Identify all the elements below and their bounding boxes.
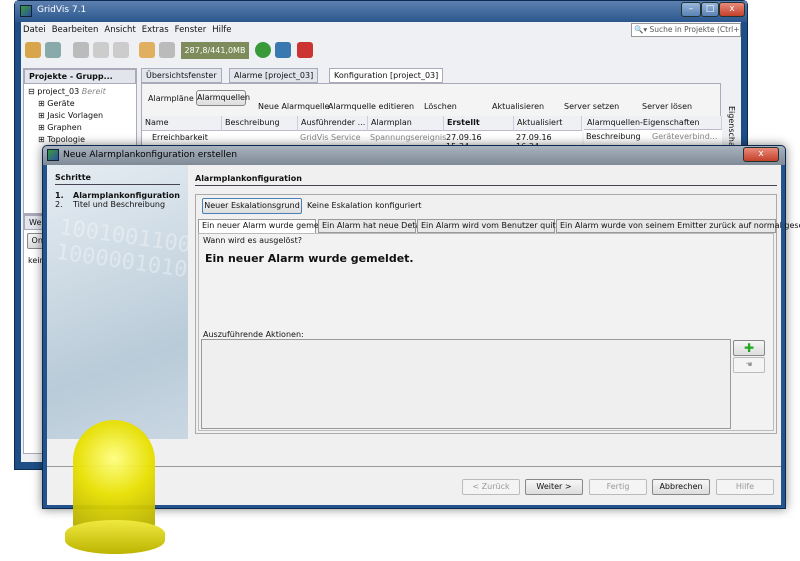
properties-title: Alarmquellen-Eigenschaften [584,116,722,130]
escalation-group: Neuer Eskalationsgrund Keine Eskalation … [195,194,800,434]
back-button[interactable]: < Zurück [462,479,520,495]
tree-item-graphen[interactable]: ⊞ Graphen [28,122,132,134]
tab-konfiguration[interactable]: Konfiguration [project_03] [329,68,444,83]
close-button[interactable]: x [719,2,745,17]
edit-action-button[interactable]: ☚ [733,357,765,373]
minimize-button[interactable]: – [681,2,701,17]
tab-acknowledged[interactable]: Ein Alarm wird vom Benutzer quittiert. [417,219,575,233]
tab-new-details[interactable]: Ein Alarm hat neue Details. [318,219,431,233]
tree-item-geraete[interactable]: ⊞ Geräte [28,98,132,110]
loeschen-button[interactable]: Löschen [424,102,457,111]
col-erstellt[interactable]: Erstellt [444,116,514,131]
menu-hilfe[interactable]: Hilfe [212,25,231,35]
cut-icon[interactable] [73,42,89,58]
dialog-close-button[interactable]: x [743,147,779,162]
trigger-text: Ein neuer Alarm wurde gemeldet. [205,252,414,265]
menu-fenster[interactable]: Fenster [175,25,207,35]
projects-panel-tab[interactable]: Projekte - Grupp... [24,69,136,84]
gridvis-app-icon [47,149,59,161]
hand-icon: ☚ [745,360,753,369]
tree-project[interactable]: ⊟ project_03 Bereit [28,86,132,98]
actions-list[interactable] [201,339,731,429]
menu-extras[interactable]: Extras [142,25,169,35]
actions-label: Auszuführende Aktionen: [203,330,304,339]
search-icon: 🔍▾ [634,25,650,34]
redo-icon[interactable] [159,42,175,58]
new-project-icon[interactable] [25,42,41,58]
prop-label: Beschreibung [586,132,641,141]
main-title-bar: GridVis 7.1 – □ x [15,1,747,22]
main-title: GridVis 7.1 [37,5,87,15]
new-escalation-reason-button[interactable]: Neuer Eskalationsgrund [202,198,302,214]
tab-content: Wann wird es ausgelöst? Ein neuer Alarm … [198,233,774,431]
tab-alarme[interactable]: Alarme [project_03] [229,68,319,83]
menu-datei[interactable]: Datei [23,25,46,35]
dialog-title-bar: Neue Alarmplankonfiguration erstellen x [43,146,785,165]
maximize-button[interactable]: □ [701,2,719,17]
dialog-title: Neue Alarmplankonfiguration erstellen [63,150,238,160]
col-aktualisiert[interactable]: Aktualisiert [514,116,582,131]
server-loesen-button[interactable]: Server lösen [642,102,692,111]
steps-title: Schritte [55,173,180,185]
escalation-status: Keine Eskalation konfiguriert [307,201,422,210]
trigger-label: Wann wird es ausgelöst? [203,236,302,245]
copy-icon[interactable] [93,42,109,58]
main-toolbar: 287,8/441,0MB [25,42,325,60]
editor-tabs: Übersichtsfenster Alarme [project_03] Ko… [141,68,741,83]
yellow-alarm-light-icon [65,420,165,561]
alarmplaene-toggle[interactable]: Alarmpläne [148,94,194,103]
binary-watermark: 1001001100 10000010101 [54,215,188,285]
add-action-button[interactable]: ✚ [733,340,765,356]
search-placeholder: Suche in Projekte (Ctrl+I) [649,25,741,34]
plus-icon: ✚ [743,341,755,355]
aktualisieren-button[interactable]: Aktualisieren [492,102,544,111]
cancel-button[interactable]: Abbrechen [652,479,710,495]
steps-panel: Schritte 1. Alarmplankonfiguration 2. Tite… [47,165,188,439]
alarmquelle-editieren-button[interactable]: Alarmquelle editieren [328,102,414,111]
undo-icon[interactable] [139,42,155,58]
search-input[interactable]: 🔍▾ Suche in Projekte (Ctrl+I) [631,23,741,37]
sync-icon[interactable] [255,42,271,58]
prop-value[interactable]: Geräteverbind... [652,132,717,141]
open-icon[interactable] [45,42,61,58]
finish-button[interactable]: Fertig [589,479,647,495]
server-setzen-button[interactable]: Server setzen [564,102,619,111]
next-button[interactable]: Weiter > [525,479,583,495]
tab-new-alarm[interactable]: Ein neuer Alarm wurde gemeldet. [198,219,337,233]
col-name[interactable]: Name [142,116,222,131]
alarmquellen-toggle[interactable]: Alarmquellen [196,90,250,106]
tab-uebersicht[interactable]: Übersichtsfenster [141,68,222,83]
tree-item-jasic[interactable]: ⊞ Jasic Vorlagen [28,110,132,122]
menu-ansicht[interactable]: Ansicht [104,25,135,35]
step-1: 1. Alarmplankonfiguration [55,191,180,200]
col-ausfuehrender[interactable]: Ausführender ... [298,116,368,131]
event-tabs: Ein neuer Alarm wurde gemeldet. Ein Alar… [198,219,800,233]
gridvis-app-icon [20,5,32,17]
neue-alarmquelle-button[interactable]: Neue Alarmquelle [258,102,329,111]
menu-bearbeiten[interactable]: Bearbeiten [52,25,99,35]
memory-indicator[interactable]: 287,8/441,0MB [181,42,249,59]
menu-bar: Datei Bearbeiten Ansicht Extras Fenster Hilfe [23,25,238,35]
help-button[interactable]: Hilfe [716,479,774,495]
paste-icon[interactable] [113,42,129,58]
step-2: 2. Titel und Beschreibung [55,200,166,209]
col-beschreibung[interactable]: Beschreibung [222,116,298,131]
konfiguration-view: Alarmpläne Alarmquellen Neue Alarmquelle… [141,83,722,154]
tab-reset-normal[interactable]: Ein Alarm wurde von seinem Emitter zurüc… [556,219,800,233]
database-icon[interactable] [275,42,291,58]
section-title: Alarmplankonfiguration [195,174,777,186]
import-icon[interactable] [297,42,313,58]
col-alarmplan[interactable]: Alarmplan [368,116,444,131]
